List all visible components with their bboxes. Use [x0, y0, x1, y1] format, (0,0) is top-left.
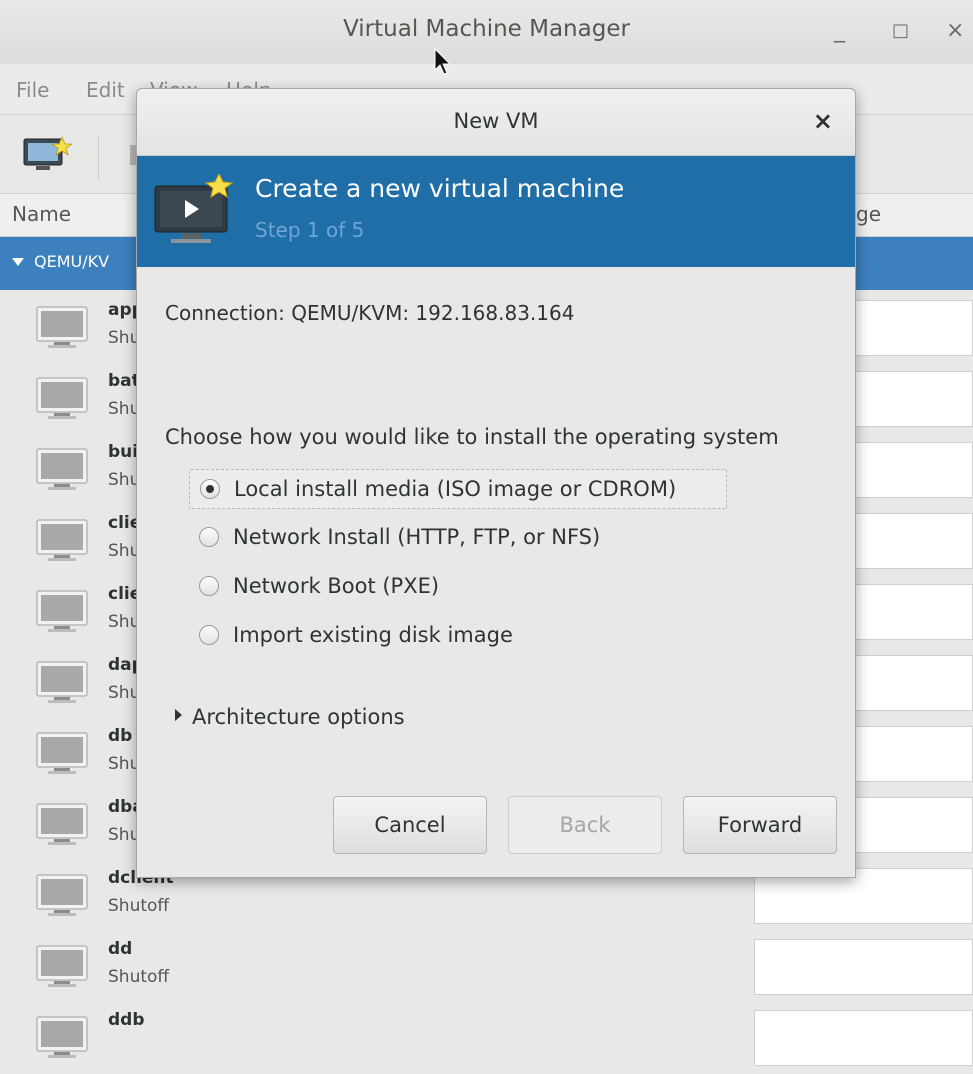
option-local-media[interactable]: Local install media (ISO image or CDROM)	[189, 469, 727, 509]
vm-monitor-icon	[36, 874, 88, 922]
dialog-banner: Create a new virtual machine Step 1 of 5	[137, 156, 855, 267]
expander-arrow-icon	[175, 709, 182, 721]
cancel-button[interactable]: Cancel	[333, 796, 487, 854]
radio-import-disk[interactable]	[199, 625, 219, 645]
option-label: Network Install (HTTP, FTP, or NFS)	[233, 525, 601, 549]
dialog-step: Step 1 of 5	[255, 218, 365, 242]
dialog-heading: Create a new virtual machine	[255, 174, 625, 203]
expander-label: Architecture options	[192, 705, 405, 729]
vm-row[interactable]: ddb	[0, 1002, 973, 1074]
option-import-disk[interactable]: Import existing disk image	[189, 616, 727, 656]
new-vm-monitor-icon	[153, 172, 235, 252]
vm-row[interactable]: dd Shutoff	[0, 931, 973, 1003]
vm-name: dd	[108, 939, 133, 959]
minimize-button[interactable]: _	[834, 18, 845, 43]
window-titlebar: Virtual Machine Manager _ □ ×	[0, 0, 973, 65]
radio-local-media[interactable]	[200, 479, 220, 499]
vm-monitor-icon	[36, 377, 88, 425]
vm-status: Shutoff	[108, 967, 170, 987]
vm-name: bui	[108, 442, 139, 462]
new-vm-dialog: New VM × Create a new virtual machine St…	[136, 88, 856, 878]
radio-network-install[interactable]	[199, 527, 219, 547]
vm-monitor-icon	[36, 732, 88, 780]
dialog-titlebar: New VM ×	[137, 89, 855, 156]
vm-name: ddb	[108, 1010, 145, 1030]
option-label: Network Boot (PXE)	[233, 574, 440, 598]
vm-monitor-icon	[36, 1016, 88, 1064]
vm-usage-graph	[754, 1010, 973, 1066]
vm-monitor-icon	[36, 803, 88, 851]
back-button[interactable]: Back	[508, 796, 662, 854]
vm-monitor-icon	[36, 590, 88, 638]
vm-name: db	[108, 726, 133, 746]
window-title: Virtual Machine Manager	[343, 16, 630, 42]
vm-usage-graph	[754, 939, 973, 995]
vm-status: Shutoff	[108, 896, 170, 916]
vm-monitor-icon	[36, 519, 88, 567]
expand-arrow-icon[interactable]	[12, 258, 24, 266]
forward-button[interactable]: Forward	[683, 796, 837, 854]
column-usage[interactable]: ge	[856, 202, 881, 226]
option-label: Local install media (ISO image or CDROM)	[234, 477, 677, 501]
option-label: Import existing disk image	[233, 623, 513, 647]
option-network-install[interactable]: Network Install (HTTP, FTP, or NFS)	[189, 518, 727, 558]
dialog-title: New VM	[453, 109, 539, 133]
mouse-cursor-icon	[434, 47, 454, 80]
toolbar-separator	[98, 135, 99, 179]
connection-group-label: QEMU/KV	[34, 252, 110, 271]
connection-label: Connection: QEMU/KVM: 192.168.83.164	[165, 301, 575, 325]
architecture-options-expander[interactable]: Architecture options	[175, 705, 405, 729]
install-method-prompt: Choose how you would like to install the…	[165, 425, 779, 449]
radio-network-boot[interactable]	[199, 576, 219, 596]
column-name[interactable]: Name	[12, 202, 71, 226]
close-window-button[interactable]: ×	[946, 18, 964, 43]
menu-edit[interactable]: Edit	[86, 78, 125, 102]
dialog-close-button[interactable]: ×	[813, 107, 833, 135]
new-vm-icon[interactable]	[22, 135, 74, 179]
maximize-button[interactable]: □	[892, 20, 909, 41]
vm-monitor-icon	[36, 306, 88, 354]
vm-monitor-icon	[36, 945, 88, 993]
option-network-boot[interactable]: Network Boot (PXE)	[189, 567, 727, 607]
vm-monitor-icon	[36, 448, 88, 496]
vm-monitor-icon	[36, 661, 88, 709]
vm-name: bat	[108, 371, 140, 391]
menu-file[interactable]: File	[16, 78, 49, 102]
